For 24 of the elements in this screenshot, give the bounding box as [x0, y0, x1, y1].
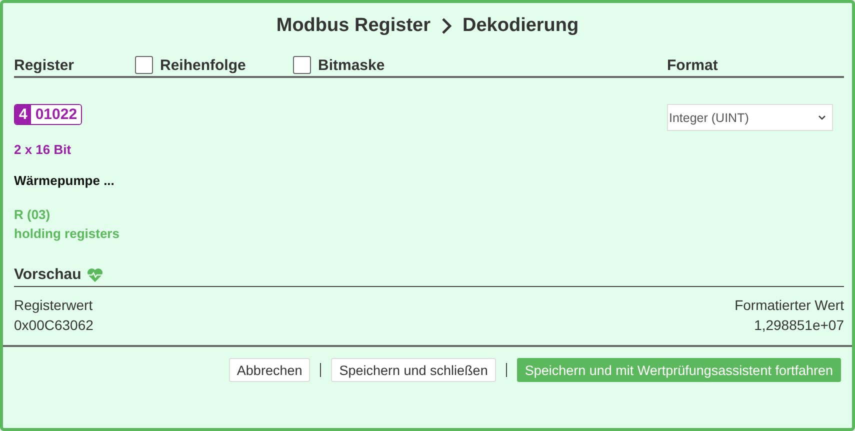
register-name: Wärmepumpe ... [14, 173, 114, 188]
format-select[interactable]: Integer (UINT) [667, 104, 833, 131]
dialog-title: Dekodierung [462, 15, 579, 37]
field-label: Registerwert [14, 297, 93, 313]
register-value: 0x00C63062 [14, 317, 94, 333]
access-code: R (03) [14, 207, 50, 222]
checkbox[interactable] [135, 56, 153, 74]
register-badge: 4 01022 [14, 104, 82, 125]
checkbox[interactable] [293, 56, 311, 74]
register-type: holding registers [14, 226, 120, 241]
field-label: Formatierter Wert [734, 297, 844, 313]
register-size: 2 x 16 Bit [14, 142, 72, 157]
checkbox-label: Bitmaske [318, 57, 385, 74]
dialog-button[interactable]: Speichern und schließen [331, 358, 496, 382]
checkbox-label: Reihenfolge [160, 57, 246, 74]
chevron-icon [440, 17, 452, 35]
column-header: Register [14, 57, 76, 74]
caret-icon [818, 115, 826, 120]
heartbeat-icon [87, 268, 104, 282]
formatted-value: 1,298851e+07 [754, 317, 844, 333]
column-header: Format [667, 57, 719, 74]
dialog-button[interactable]: Abbrechen [228, 358, 310, 382]
section-title: Vorschau [14, 266, 82, 283]
dialog-title: Modbus Register [276, 15, 430, 37]
